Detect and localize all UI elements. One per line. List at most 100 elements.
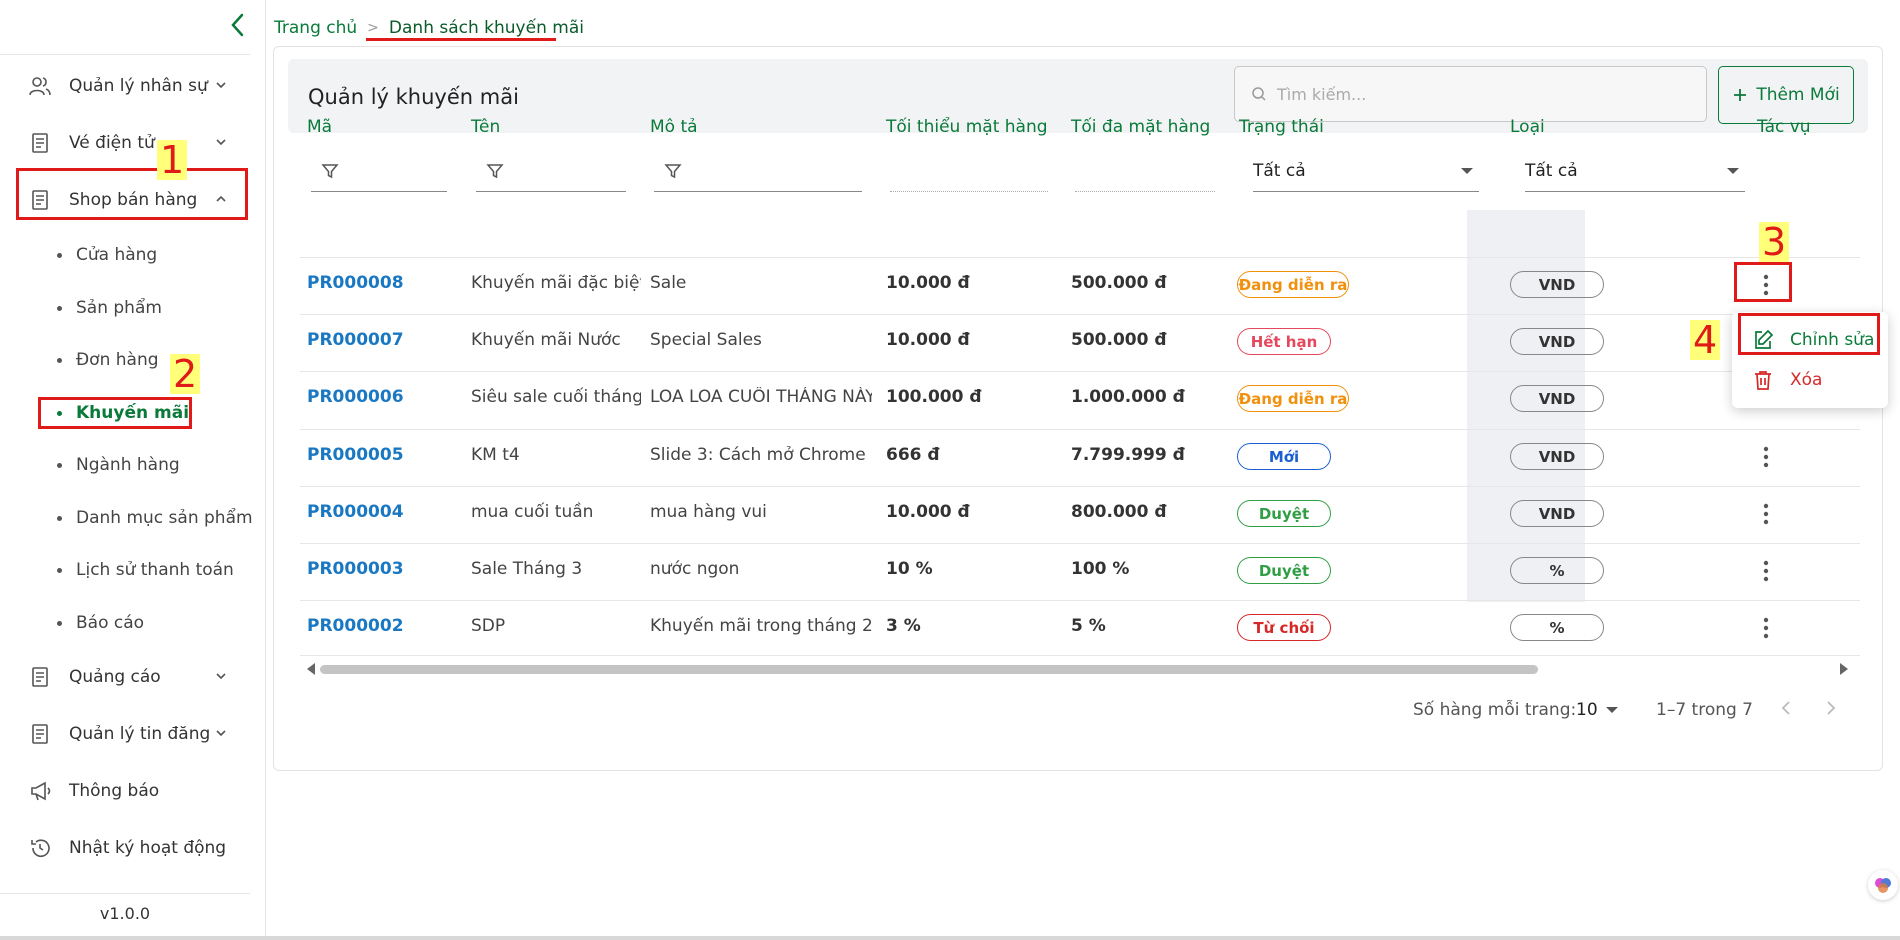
posts-icon	[27, 721, 53, 747]
search-box[interactable]	[1234, 66, 1707, 122]
type-badge: %	[1510, 614, 1604, 641]
breadcrumb-separator: >	[367, 20, 379, 36]
menu-delete[interactable]: Xóa	[1732, 360, 1888, 400]
filter-code[interactable]	[311, 150, 447, 192]
column-header-type[interactable]: Loại	[1510, 117, 1545, 137]
column-header-code[interactable]: Mã	[307, 117, 332, 137]
add-new-button[interactable]: Thêm Mới	[1718, 66, 1854, 124]
sidebar-item-payment-history[interactable]: Lịch sử thanh toán	[57, 553, 234, 587]
nav-item-activity-log[interactable]: Nhật ký hoạt động	[0, 828, 250, 868]
row-actions-button[interactable]	[1746, 437, 1786, 477]
column-header-status[interactable]: Trạng thái	[1239, 117, 1324, 137]
promo-max-items: 500.000 đ	[1071, 330, 1167, 350]
sidebar-item-stores[interactable]: Cửa hàng	[57, 238, 157, 272]
trash-icon	[1755, 371, 1771, 390]
nav-item-eticket[interactable]: Vé điện tử	[0, 123, 250, 163]
filter-icon	[321, 163, 339, 178]
promo-min-items: 10.000 đ	[886, 273, 970, 293]
sidebar-item-industries[interactable]: Ngành hàng	[57, 448, 180, 482]
status-filter-select[interactable]: Tất cả	[1253, 150, 1479, 192]
scroll-right-arrow-icon[interactable]	[1840, 663, 1848, 675]
promo-code-link[interactable]: PR000008	[307, 273, 404, 293]
horizontal-scrollbar[interactable]	[300, 660, 1860, 676]
assistant-brain-icon[interactable]	[1868, 870, 1898, 900]
promo-name: SDP	[471, 616, 506, 636]
rows-per-page-select[interactable]: 10	[1576, 700, 1618, 720]
row-divider	[300, 655, 1860, 656]
scrollbar-thumb[interactable]	[320, 665, 1538, 674]
chevron-left-icon	[1781, 701, 1790, 715]
promo-code-link[interactable]: PR000004	[307, 502, 404, 522]
promo-description: nước ngon	[650, 559, 740, 579]
nav-item-shop[interactable]: Shop bán hàng	[0, 180, 250, 220]
bullet	[57, 621, 62, 626]
breadcrumb-home[interactable]: Trang chủ	[274, 18, 357, 38]
promo-description: LOA LOA CUỐI THÁNG NÀY...	[650, 387, 872, 407]
promo-name: Sale Tháng 3	[471, 559, 583, 579]
promo-min-items: 10.000 đ	[886, 502, 970, 522]
row-actions-button[interactable]	[1746, 551, 1786, 591]
promo-code-link[interactable]: PR000003	[307, 559, 404, 579]
type-badge: VND	[1510, 385, 1604, 412]
promo-min-items: 10 %	[886, 559, 933, 579]
filter-icon	[664, 163, 682, 178]
nav-item-hr[interactable]: Quản lý nhân sự	[0, 66, 250, 106]
search-icon	[1252, 87, 1266, 101]
menu-edit[interactable]: Chỉnh sửa	[1732, 320, 1888, 360]
filter-description[interactable]	[654, 150, 862, 192]
more-vertical-icon	[1763, 446, 1769, 468]
nav-label: Shop bán hàng	[69, 190, 198, 210]
prev-page-button[interactable]	[1778, 697, 1794, 724]
search-input[interactable]	[1277, 84, 1677, 104]
pagination-range: 1–7 trong 7	[1656, 700, 1754, 720]
promo-max-items: 500.000 đ	[1071, 273, 1167, 293]
next-page-button[interactable]	[1823, 697, 1839, 724]
promo-code-link[interactable]: PR000006	[307, 387, 404, 407]
promo-name: KM t4	[471, 445, 520, 465]
promo-name: Siêu sale cuối tháng 3	[471, 387, 641, 407]
sidebar-item-promotions[interactable]: Khuyến mãi	[57, 396, 189, 430]
sidebar-item-products[interactable]: Sản phẩm	[57, 291, 162, 325]
bullet	[57, 358, 62, 363]
bullet	[57, 253, 62, 258]
rows-per-page-value: 10	[1576, 700, 1598, 720]
promo-min-items: 100.000 đ	[886, 387, 982, 407]
ads-icon	[27, 664, 53, 690]
row-actions-button[interactable]	[1746, 608, 1786, 648]
row-actions-button[interactable]	[1746, 494, 1786, 534]
breadcrumb-current: Danh sách khuyến mãi	[388, 18, 584, 38]
status-filter-value: Tất cả	[1253, 160, 1306, 181]
promo-description: Special Sales	[650, 330, 762, 350]
type-filter-select[interactable]: Tất cả	[1525, 150, 1745, 192]
nav-item-posts[interactable]: Quản lý tin đăng	[0, 714, 250, 754]
collapse-sidebar-button[interactable]	[224, 12, 252, 40]
row-actions-button[interactable]	[1746, 265, 1786, 305]
promo-max-items: 5 %	[1071, 616, 1106, 636]
column-header-max-items[interactable]: Tối đa mặt hàng	[1071, 117, 1210, 137]
scroll-left-arrow-icon[interactable]	[307, 663, 315, 675]
chevron-down-icon	[216, 82, 226, 89]
promo-code-link[interactable]: PR000005	[307, 445, 404, 465]
sidebar-item-categories[interactable]: Danh mục sản phẩm	[57, 501, 253, 535]
chevron-down-icon	[216, 673, 226, 680]
promo-min-items: 666 đ	[886, 445, 940, 465]
dropdown-caret-icon	[1605, 707, 1618, 713]
nav-item-notifications[interactable]: Thông báo	[0, 771, 250, 811]
filter-name[interactable]	[476, 150, 626, 192]
promo-code-link[interactable]: PR000007	[307, 330, 404, 350]
sidebar-item-orders[interactable]: Đơn hàng	[57, 343, 159, 377]
edit-icon	[1755, 329, 1774, 349]
type-badge: %	[1510, 557, 1604, 584]
column-header-min-items[interactable]: Tối thiểu mặt hàng	[886, 117, 1048, 137]
column-header-name[interactable]: Tên	[471, 117, 500, 137]
promo-name: Khuyến mãi Nước	[471, 330, 621, 350]
nav-label: Quảng cáo	[69, 667, 161, 687]
promo-max-items: 100 %	[1071, 559, 1130, 579]
ticket-icon	[27, 130, 53, 156]
bottom-strip	[0, 936, 1900, 940]
type-badge: VND	[1510, 443, 1604, 470]
sidebar-item-reports[interactable]: Báo cáo	[57, 606, 144, 640]
promo-code-link[interactable]: PR000002	[307, 616, 404, 636]
nav-item-ads[interactable]: Quảng cáo	[0, 657, 250, 697]
column-header-description[interactable]: Mô tả	[650, 117, 698, 137]
